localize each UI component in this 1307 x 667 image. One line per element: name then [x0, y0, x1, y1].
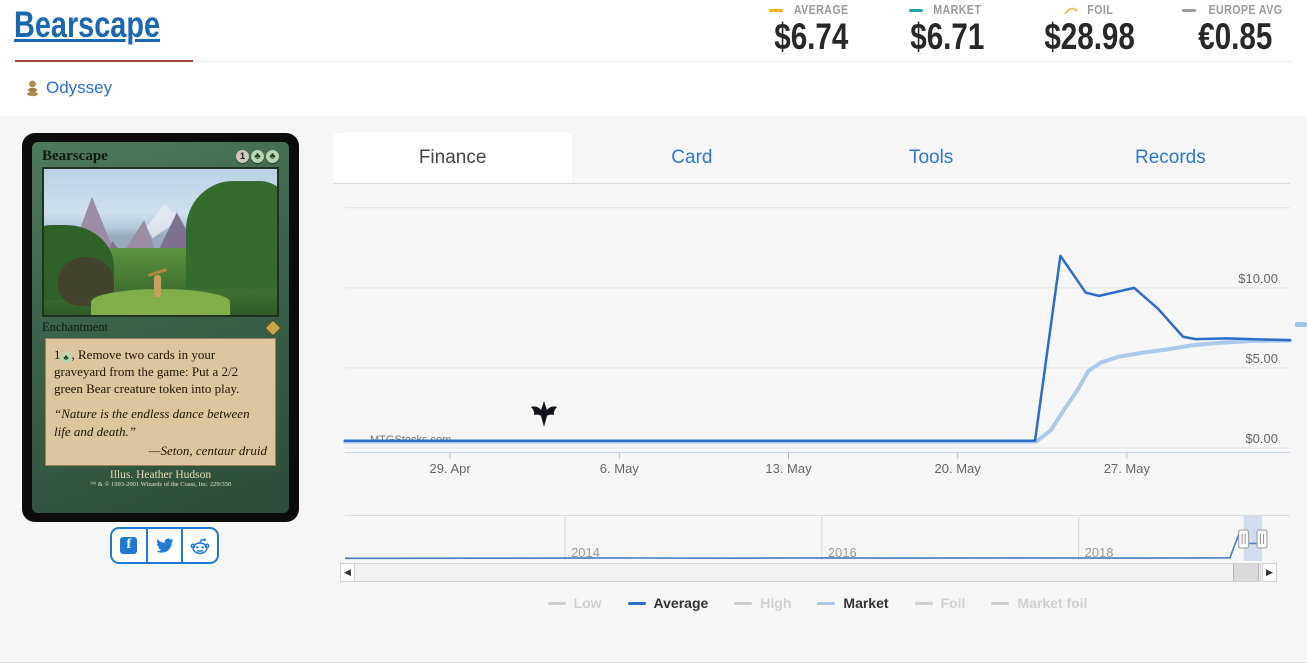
scrollbar-track[interactable]	[354, 563, 1261, 582]
navigator-left-handle[interactable]	[1239, 530, 1249, 548]
legend-dash-icon	[915, 602, 933, 605]
stat-average: AVERAGE $6.74	[761, 3, 861, 55]
legend-dash-icon	[548, 602, 566, 605]
reddit-share-button[interactable]	[181, 529, 217, 562]
card-art	[42, 167, 279, 317]
page-scroll-indicator[interactable]	[1295, 322, 1307, 327]
stat-foil-value: $28.98	[1044, 18, 1135, 55]
content-area: Bearscape 1 ♣ ♣ Enchantment	[0, 115, 1307, 663]
stat-average-value: $6.74	[774, 18, 848, 55]
social-share-bar: f	[110, 527, 219, 564]
legend-item-market-foil[interactable]: Market foil	[991, 595, 1087, 611]
price-stats: AVERAGE $6.74 MARKET $6.71 FOIL $28.98 E…	[761, 3, 1289, 55]
header-divider	[15, 61, 1292, 62]
green-mana-icon: ♣	[251, 150, 264, 163]
facebook-icon: f	[120, 537, 137, 554]
navigator-series-line	[345, 531, 1262, 558]
card-flavor-text: “Nature is the endless dance between lif…	[54, 405, 267, 439]
market-dash-icon	[909, 9, 923, 12]
card-set-symbol-icon	[265, 319, 282, 336]
legend-item-foil[interactable]: Foil	[915, 595, 966, 611]
reddit-icon	[190, 537, 210, 555]
twitter-share-button[interactable]	[146, 529, 182, 562]
mana-cost: 1 ♣ ♣	[236, 150, 279, 163]
x-axis-label: 29. Apr	[430, 461, 472, 476]
scrollbar-left-arrow-icon[interactable]: ◀	[340, 563, 355, 582]
odyssey-set-icon	[26, 80, 39, 97]
x-axis-label: 20. May	[935, 461, 982, 476]
scrollbar-thumb[interactable]	[1233, 564, 1259, 581]
legend-dash-icon	[734, 602, 752, 605]
card-frame: Bearscape 1 ♣ ♣ Enchantment	[32, 142, 289, 513]
navigator-right-handle[interactable]	[1257, 530, 1267, 548]
stat-europe-label: EUROPE AVG	[1209, 3, 1283, 17]
x-axis-label: 6. May	[600, 461, 640, 476]
tab-tools[interactable]: Tools	[812, 133, 1051, 183]
y-axis-label: $0.00	[1245, 431, 1278, 446]
chart-scrollbar: ◀ ▶	[340, 563, 1277, 582]
card-name: Bearscape	[42, 148, 108, 165]
set-link-odyssey[interactable]: Odyssey	[46, 78, 112, 98]
legend-item-market[interactable]: Market	[817, 595, 888, 611]
set-row: Odyssey	[26, 78, 112, 98]
generic-mana-icon: 1	[236, 150, 249, 163]
y-axis-label: $10.00	[1238, 271, 1278, 286]
stat-average-label: AVERAGE	[793, 3, 848, 17]
average-series-line	[345, 256, 1290, 441]
y-axis-label: $5.00	[1245, 351, 1278, 366]
chart-navigator[interactable]: 201420162018	[345, 515, 1290, 563]
card-rules-text: 1♣, Remove two cards in your graveyard f…	[54, 346, 267, 397]
market-series-line	[345, 341, 1290, 442]
stat-market-value: $6.71	[910, 18, 984, 55]
legend-item-high[interactable]: High	[734, 595, 791, 611]
tab-records[interactable]: Records	[1051, 133, 1290, 183]
stat-market-label: MARKET	[933, 3, 981, 17]
stat-europe-value: €0.85	[1198, 18, 1272, 55]
card-legal-line: ™ & © 1993-2001 Wizards of the Coast, In…	[32, 481, 289, 488]
legend-dash-icon	[991, 602, 1009, 605]
stat-foil: FOIL $28.98	[1033, 3, 1146, 55]
card-title-link[interactable]: Bearscape	[14, 4, 160, 46]
legend-item-average[interactable]: Average	[628, 595, 709, 611]
stat-foil-label: FOIL	[1087, 3, 1113, 17]
curved-arrow-icon	[1063, 6, 1079, 15]
card-flavor-attribution: —Seton, centaur druid	[54, 442, 267, 459]
legend-dash-icon	[628, 602, 646, 605]
tab-finance[interactable]: Finance	[333, 133, 572, 183]
page-bottom	[0, 663, 1307, 667]
card-textbox: 1♣, Remove two cards in your graveyard f…	[45, 338, 276, 466]
header-divider-accent	[15, 60, 193, 62]
price-chart[interactable]: $0.00 $5.00 $10.00 29. Apr 6. May 13. May 20. …	[345, 195, 1292, 487]
europe-dash-icon	[1182, 9, 1196, 12]
header: Bearscape Odyssey AVERAGE $6.74 MARKET $…	[0, 0, 1307, 115]
x-axis-label: 13. May	[765, 461, 812, 476]
average-dash-icon	[769, 9, 783, 12]
facebook-share-button[interactable]: f	[112, 529, 146, 562]
scrollbar-right-arrow-icon[interactable]: ▶	[1262, 563, 1277, 582]
tab-bar: Finance Card Tools Records	[333, 133, 1290, 184]
stat-market: MARKET $6.71	[897, 3, 997, 55]
page: Bearscape Odyssey AVERAGE $6.74 MARKET $…	[0, 0, 1307, 667]
stat-europe-avg: EUROPE AVG €0.85	[1182, 3, 1289, 55]
legend-item-low[interactable]: Low	[548, 595, 602, 611]
planeswalker-crown-icon	[531, 401, 557, 427]
chart-legend: Low Average High Market Foil Market foil	[345, 595, 1290, 611]
green-mana-icon: ♣	[61, 352, 72, 363]
green-mana-icon: ♣	[266, 150, 279, 163]
card-image: Bearscape 1 ♣ ♣ Enchantment	[22, 133, 299, 522]
twitter-icon	[155, 538, 174, 554]
card-artist-credit: Illus. Heather Hudson	[32, 469, 289, 481]
card-type-line: Enchantment	[42, 320, 108, 335]
x-axis-label: 27. May	[1104, 461, 1151, 476]
legend-dash-icon	[817, 602, 835, 605]
tab-card[interactable]: Card	[572, 133, 811, 183]
